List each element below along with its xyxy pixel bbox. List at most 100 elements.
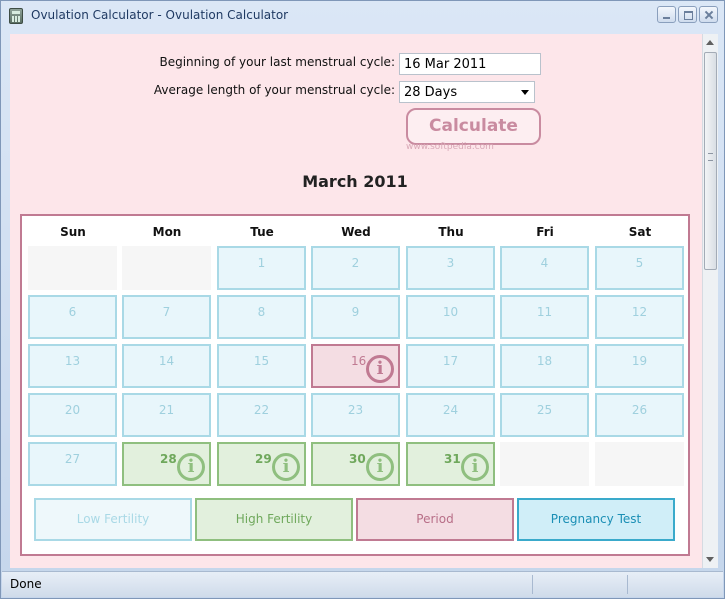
day-number: 8 xyxy=(257,305,266,319)
cycle-length-label: Average length of your menstrual cycle: xyxy=(153,83,395,97)
calendar-day-cell[interactable]: 14 xyxy=(122,344,211,388)
calendar-day-cell[interactable]: 17 xyxy=(406,344,495,388)
cycle-start-input[interactable] xyxy=(399,53,541,75)
calendar-day-cell[interactable]: 8 xyxy=(217,295,306,339)
day-number: 26 xyxy=(631,403,648,417)
scroll-thumb[interactable] xyxy=(704,52,717,270)
maximize-button[interactable] xyxy=(678,6,697,23)
day-number: 3 xyxy=(446,256,455,270)
scroll-up-icon[interactable] xyxy=(706,40,714,45)
window-title: Ovulation Calculator - Ovulation Calcula… xyxy=(31,8,289,22)
day-number: 23 xyxy=(347,403,364,417)
calendar-day-cell[interactable]: 18 xyxy=(500,344,589,388)
day-number: 14 xyxy=(158,354,175,368)
info-icon[interactable]: i xyxy=(461,453,489,481)
calendar-day-cell[interactable]: 11 xyxy=(500,295,589,339)
day-number: 31 xyxy=(444,452,461,466)
day-number: 16 xyxy=(351,354,367,368)
calendar-day-cell[interactable]: 16 i xyxy=(311,344,400,388)
day-number: 11 xyxy=(536,305,553,319)
status-divider xyxy=(532,575,533,594)
calendar-day-cell[interactable]: 6 xyxy=(28,295,117,339)
calendar-day-cell[interactable]: 2 xyxy=(311,246,400,290)
vertical-scrollbar[interactable] xyxy=(702,34,718,568)
info-icon[interactable]: i xyxy=(366,355,394,383)
day-number: 1 xyxy=(257,256,266,270)
day-number: 29 xyxy=(255,452,272,466)
cycle-length-select[interactable]: 28 Days xyxy=(399,81,535,103)
weekday-header: Wed xyxy=(341,225,371,239)
weekday-header: Mon xyxy=(152,225,182,239)
calendar-empty-cell xyxy=(28,246,117,290)
info-icon[interactable]: i xyxy=(177,453,205,481)
calendar-day-cell[interactable]: 4 xyxy=(500,246,589,290)
month-title: March 2011 xyxy=(302,172,408,191)
calendar-day-cell[interactable]: 1 xyxy=(217,246,306,290)
title-bar[interactable]: Ovulation Calculator - Ovulation Calcula… xyxy=(1,1,724,31)
status-bar: Done xyxy=(2,571,723,597)
calendar-day-cell[interactable]: 20 xyxy=(28,393,117,437)
calendar-day-cell[interactable]: 26 xyxy=(595,393,684,437)
calendar-day-cell[interactable]: 15 xyxy=(217,344,306,388)
weekday-header: Thu xyxy=(438,225,464,239)
calendar-empty-cell xyxy=(500,442,589,486)
day-number: 9 xyxy=(351,305,360,319)
day-number: 30 xyxy=(349,452,366,466)
day-number: 5 xyxy=(635,256,644,270)
day-number: 18 xyxy=(536,354,553,368)
calendar-day-cell[interactable]: 13 xyxy=(28,344,117,388)
calendar-day-cell[interactable]: 29 i xyxy=(217,442,306,486)
calendar-day-cell[interactable]: 5 xyxy=(595,246,684,290)
calculate-button[interactable]: Calculate xyxy=(406,108,541,145)
calendar-day-cell[interactable]: 22 xyxy=(217,393,306,437)
close-button[interactable] xyxy=(699,6,718,23)
calendar-day-cell[interactable]: 24 xyxy=(406,393,495,437)
calendar-grid: Low Fertility High Fertility Period Preg… xyxy=(20,214,690,556)
calendar-day-cell[interactable]: 9 xyxy=(311,295,400,339)
status-text: Done xyxy=(10,577,42,591)
day-number: 19 xyxy=(631,354,648,368)
info-icon[interactable]: i xyxy=(366,453,394,481)
calendar-empty-cell xyxy=(595,442,684,486)
calendar-day-cell[interactable]: 19 xyxy=(595,344,684,388)
day-number: 22 xyxy=(253,403,270,417)
calculator-panel: Beginning of your last menstrual cycle: … xyxy=(10,34,702,568)
info-icon[interactable]: i xyxy=(272,453,300,481)
calendar-day-cell[interactable]: 30 i xyxy=(311,442,400,486)
legend-high-fertility: High Fertility xyxy=(195,498,353,541)
day-number: 24 xyxy=(442,403,459,417)
calendar-day-cell[interactable]: 21 xyxy=(122,393,211,437)
app-window: Ovulation Calculator - Ovulation Calcula… xyxy=(0,0,725,599)
day-number: 7 xyxy=(162,305,171,319)
day-number: 21 xyxy=(158,403,175,417)
day-number: 13 xyxy=(64,354,81,368)
legend-pregnancy-test: Pregnancy Test xyxy=(517,498,675,541)
calendar-empty-cell xyxy=(122,246,211,290)
day-number: 17 xyxy=(442,354,459,368)
day-number: 15 xyxy=(253,354,270,368)
day-number: 6 xyxy=(68,305,77,319)
cycle-length-value: 28 Days xyxy=(404,85,458,100)
calendar-day-cell[interactable]: 28 i xyxy=(122,442,211,486)
calculator-icon xyxy=(9,8,23,24)
weekday-header: Sat xyxy=(628,225,652,239)
scroll-down-icon[interactable] xyxy=(706,557,714,562)
day-number: 28 xyxy=(160,452,177,466)
calendar-day-cell[interactable]: 27 xyxy=(28,442,117,486)
calendar-day-cell[interactable]: 10 xyxy=(406,295,495,339)
dropdown-arrow-icon xyxy=(521,90,529,95)
cycle-start-label: Beginning of your last menstrual cycle: xyxy=(159,55,395,69)
day-number: 20 xyxy=(64,403,81,417)
legend-low-fertility: Low Fertility xyxy=(34,498,192,541)
minimize-button[interactable] xyxy=(657,6,676,23)
calendar-day-cell[interactable]: 12 xyxy=(595,295,684,339)
calendar-day-cell[interactable]: 3 xyxy=(406,246,495,290)
day-number: 2 xyxy=(351,256,360,270)
calendar-day-cell[interactable]: 23 xyxy=(311,393,400,437)
calendar-day-cell[interactable]: 7 xyxy=(122,295,211,339)
calendar-day-cell[interactable]: 25 xyxy=(500,393,589,437)
weekday-header: Tue xyxy=(250,225,274,239)
day-number: 4 xyxy=(540,256,549,270)
day-number: 25 xyxy=(536,403,553,417)
calendar-day-cell[interactable]: 31 i xyxy=(406,442,495,486)
